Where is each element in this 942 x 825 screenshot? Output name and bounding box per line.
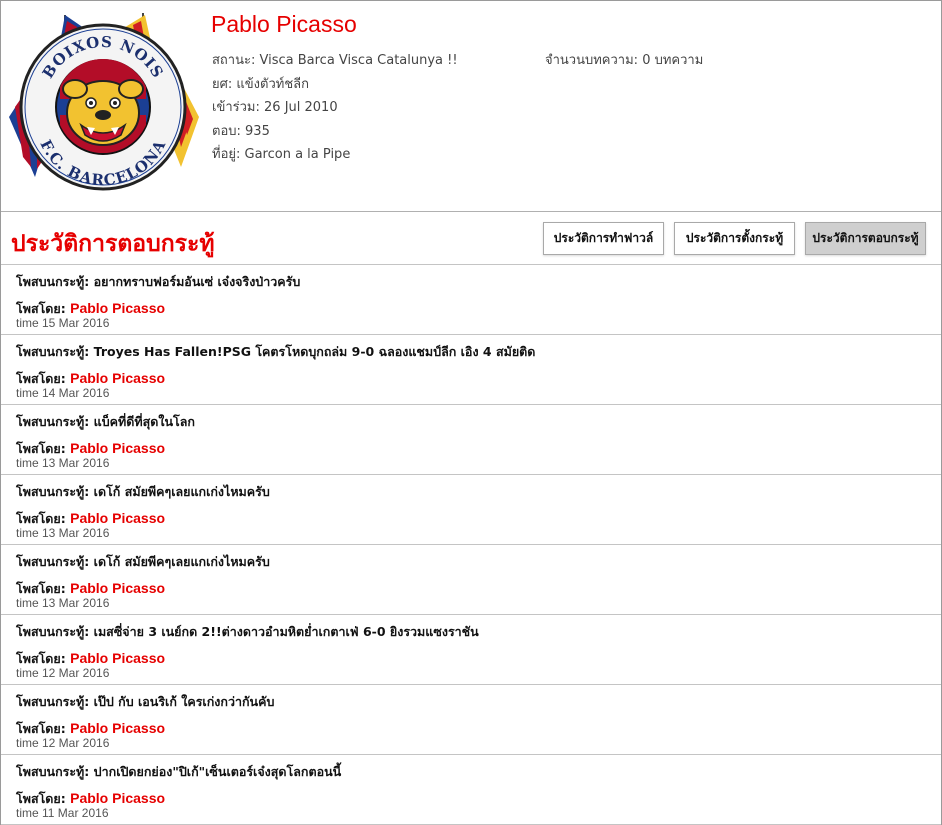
author-prefix: โพสโดย:: [16, 511, 66, 526]
posts-value: 0 บทความ: [642, 53, 704, 68]
topic-prefix: โพสบนกระทู้:: [16, 554, 90, 569]
topic-link[interactable]: แบ็คที่ดีที่สุดในโลก: [94, 414, 195, 429]
author-prefix: โพสโดย:: [16, 441, 66, 456]
topic-link[interactable]: เดโก้ สมัยพีคๆเลยแกเก่งไหมครับ: [94, 554, 270, 569]
list-item: โพสบนกระทู้: เมสซี่จ่าย 3 เนย์กด 2!!ต่าง…: [1, 615, 941, 685]
topic-line: โพสบนกระทู้: Troyes Has Fallen!PSG โคตรโ…: [16, 342, 535, 362]
joined-value: 26 Jul 2010: [264, 100, 338, 115]
reply-list: โพสบนกระทู้: อยากทราบฟอร์มอันเซ่ เจ๋งจริ…: [1, 265, 941, 825]
list-item: โพสบนกระทู้: Troyes Has Fallen!PSG โคตรโ…: [1, 335, 941, 405]
topic-link[interactable]: เป๊ป กับ เอนริเก้ ใครเก่งกว่ากันคับ: [94, 694, 275, 709]
topic-line: โพสบนกระทู้: เดโก้ สมัยพีคๆเลยแกเก่งไหมค…: [16, 482, 270, 502]
tab-reply-history[interactable]: ประวัติการตอบกระทู้: [805, 222, 926, 255]
status-label: สถานะ:: [212, 53, 256, 68]
author-prefix: โพสโดย:: [16, 581, 66, 596]
profile-header: BOIXOS NOIS F.C. BARCELONA Pablo Picasso…: [1, 1, 941, 212]
topic-prefix: โพสบนกระทู้:: [16, 764, 90, 779]
topic-line: โพสบนกระทู้: แบ็คที่ดีที่สุดในโลก: [16, 412, 195, 432]
posts-label: จำนวนบทความ:: [545, 53, 639, 68]
list-item: โพสบนกระทู้: อยากทราบฟอร์มอันเซ่ เจ๋งจริ…: [1, 265, 941, 335]
author-link[interactable]: Pablo Picasso: [70, 510, 165, 526]
topic-link[interactable]: เมสซี่จ่าย 3 เนย์กด 2!!ต่างดาวอำมหิตย่ำเ…: [94, 624, 479, 639]
joined-label: เข้าร่วม:: [212, 100, 260, 115]
topic-link[interactable]: อยากทราบฟอร์มอันเซ่ เจ๋งจริงป่าวครับ: [94, 274, 301, 289]
status-value: Visca Barca Visca Catalunya !!: [259, 53, 458, 68]
tab-foul-history[interactable]: ประวัติการทำฟาวล์: [543, 222, 664, 255]
topic-line: โพสบนกระทู้: เดโก้ สมัยพีคๆเลยแกเก่งไหมค…: [16, 552, 270, 572]
page-frame: BOIXOS NOIS F.C. BARCELONA Pablo Picasso…: [0, 0, 942, 825]
topic-line: โพสบนกระทู้: เป๊ป กับ เอนริเก้ ใครเก่งกว…: [16, 692, 274, 712]
reply-history-header: ประวัติการตอบกระทู้ ประวัติการทำฟาวล์ ปร…: [1, 213, 941, 265]
location-label: ที่อยู่:: [212, 147, 241, 162]
replies-label: ตอบ:: [212, 123, 241, 139]
author-link[interactable]: Pablo Picasso: [70, 580, 165, 596]
author-link[interactable]: Pablo Picasso: [70, 790, 165, 806]
topic-line: โพสบนกระทู้: ปากเปิดยกย่อง"ปิเก้"เซ็นเตอ…: [16, 762, 341, 782]
location-row: ที่อยู่: Garcon a la Pipe: [212, 146, 458, 170]
author-prefix: โพสโดย:: [16, 371, 66, 386]
author-prefix: โพสโดย:: [16, 791, 66, 806]
club-logo: BOIXOS NOIS F.C. BARCELONA: [9, 13, 199, 191]
topic-prefix: โพสบนกระทู้:: [16, 274, 90, 289]
joined-row: เข้าร่วม: 26 Jul 2010: [212, 99, 458, 123]
post-time: time 12 Mar 2016: [16, 666, 110, 680]
status-row: สถานะ: Visca Barca Visca Catalunya !!: [212, 52, 458, 76]
posts-count: จำนวนบทความ: 0 บทความ: [545, 52, 703, 70]
rank-row: ยศ: แข้งตัวท์ชลีก: [212, 76, 458, 100]
list-item: โพสบนกระทู้: เป๊ป กับ เอนริเก้ ใครเก่งกว…: [1, 685, 941, 755]
post-time: time 13 Mar 2016: [16, 596, 110, 610]
post-time: time 12 Mar 2016: [16, 736, 110, 750]
topic-line: โพสบนกระทู้: อยากทราบฟอร์มอันเซ่ เจ๋งจริ…: [16, 272, 300, 292]
author-prefix: โพสโดย:: [16, 301, 66, 316]
topic-prefix: โพสบนกระทู้:: [16, 414, 90, 429]
author-prefix: โพสโดย:: [16, 651, 66, 666]
post-time: time 13 Mar 2016: [16, 456, 110, 470]
post-time: time 15 Mar 2016: [16, 316, 110, 330]
topic-prefix: โพสบนกระทู้:: [16, 344, 90, 359]
topic-prefix: โพสบนกระทู้:: [16, 624, 90, 639]
rank-value: แข้งตัวท์ชลีก: [236, 76, 309, 92]
post-time: time 13 Mar 2016: [16, 526, 110, 540]
author-link[interactable]: Pablo Picasso: [70, 650, 165, 666]
rank-label: ยศ:: [212, 76, 233, 92]
author-link[interactable]: Pablo Picasso: [70, 440, 165, 456]
tab-topic-history[interactable]: ประวัติการตั้งกระทู้: [674, 222, 795, 255]
replies-value: 935: [245, 123, 270, 139]
list-item: โพสบนกระทู้: ปากเปิดยกย่อง"ปิเก้"เซ็นเตอ…: [1, 755, 941, 825]
replies-row: ตอบ: 935: [212, 123, 458, 147]
section-title: ประวัติการตอบกระทู้: [11, 230, 215, 257]
author-link[interactable]: Pablo Picasso: [70, 370, 165, 386]
post-time: time 11 Mar 2016: [16, 806, 109, 820]
topic-line: โพสบนกระทู้: เมสซี่จ่าย 3 เนย์กด 2!!ต่าง…: [16, 622, 479, 642]
author-link[interactable]: Pablo Picasso: [70, 720, 165, 736]
author-prefix: โพสโดย:: [16, 721, 66, 736]
topic-link[interactable]: ปากเปิดยกย่อง"ปิเก้"เซ็นเตอร์เจ๋งสุดโลกต…: [94, 764, 342, 779]
topic-link[interactable]: เดโก้ สมัยพีคๆเลยแกเก่งไหมครับ: [94, 484, 270, 499]
topic-link[interactable]: Troyes Has Fallen!PSG โคตรโหดบุกถล่ม 9-0…: [94, 344, 536, 359]
location-value: Garcon a la Pipe: [244, 147, 351, 162]
list-item: โพสบนกระทู้: เดโก้ สมัยพีคๆเลยแกเก่งไหมค…: [1, 545, 941, 615]
profile-name: Pablo Picasso: [211, 11, 357, 37]
list-item: โพสบนกระทู้: เดโก้ สมัยพีคๆเลยแกเก่งไหมค…: [1, 475, 941, 545]
topic-prefix: โพสบนกระทู้:: [16, 484, 90, 499]
topic-prefix: โพสบนกระทู้:: [16, 694, 90, 709]
post-time: time 14 Mar 2016: [16, 386, 110, 400]
list-item: โพสบนกระทู้: แบ็คที่ดีที่สุดในโลก โพสโดย…: [1, 405, 941, 475]
author-link[interactable]: Pablo Picasso: [70, 300, 165, 316]
profile-info: สถานะ: Visca Barca Visca Catalunya !! ยศ…: [212, 52, 458, 170]
